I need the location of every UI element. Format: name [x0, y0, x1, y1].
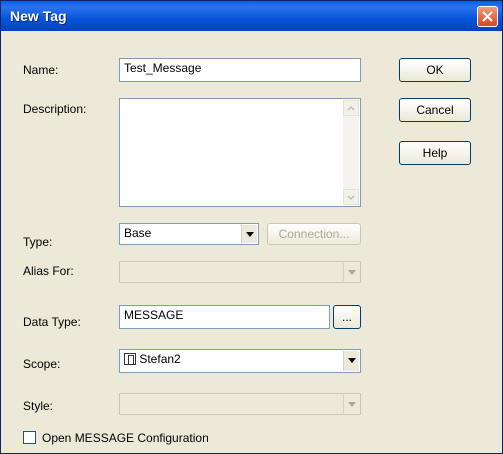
controller-icon: [124, 353, 136, 365]
connection-button[interactable]: Connection...: [267, 223, 361, 245]
style-dropdown-arrow[interactable]: [343, 395, 359, 413]
alias-for-dropdown[interactable]: [119, 261, 361, 283]
data-type-label: Data Type:: [23, 315, 81, 329]
name-label: Name:: [23, 63, 59, 77]
alias-for-label: Alias For:: [23, 264, 74, 278]
open-message-configuration-checkbox[interactable]: [23, 431, 36, 444]
type-dropdown-arrow[interactable]: [241, 225, 257, 243]
scope-label: Scope:: [23, 357, 61, 371]
chevron-down-icon: [348, 270, 356, 275]
type-value: Base: [124, 226, 152, 240]
chevron-down-icon: [246, 232, 254, 237]
close-icon: [482, 11, 493, 22]
chevron-down-icon: [348, 358, 356, 363]
style-dropdown[interactable]: [119, 393, 361, 415]
scroll-up-arrow[interactable]: [343, 100, 359, 116]
close-button[interactable]: [477, 6, 498, 27]
alias-for-dropdown-arrow[interactable]: [343, 263, 359, 281]
description-textarea[interactable]: [119, 98, 361, 207]
description-scrollbar[interactable]: [343, 100, 359, 205]
browse-data-type-button[interactable]: ...: [333, 305, 361, 329]
data-type-input[interactable]: MESSAGE: [119, 305, 330, 329]
chevron-down-icon: [347, 195, 355, 201]
open-message-configuration-label[interactable]: Open MESSAGE Configuration: [42, 431, 209, 445]
chevron-down-icon: [348, 402, 356, 407]
cancel-button[interactable]: Cancel: [399, 98, 471, 122]
scroll-down-arrow[interactable]: [343, 189, 359, 205]
help-button[interactable]: Help: [399, 141, 471, 165]
dialog-title: New Tag: [10, 8, 67, 24]
new-tag-dialog: New Tag Name: Test_Message Description: …: [0, 0, 503, 454]
chevron-up-icon: [347, 105, 355, 111]
description-label: Description:: [23, 102, 87, 116]
type-dropdown[interactable]: Base: [119, 223, 259, 245]
scope-dropdown[interactable]: Stefan2: [119, 349, 361, 373]
scope-value: Stefan2: [139, 352, 181, 366]
scope-dropdown-arrow[interactable]: [343, 351, 359, 371]
name-input[interactable]: Test_Message: [119, 58, 361, 82]
title-bar: New Tag: [1, 1, 502, 31]
style-label: Style:: [23, 399, 54, 413]
ok-button[interactable]: OK: [399, 58, 471, 82]
type-label: Type:: [23, 235, 53, 249]
